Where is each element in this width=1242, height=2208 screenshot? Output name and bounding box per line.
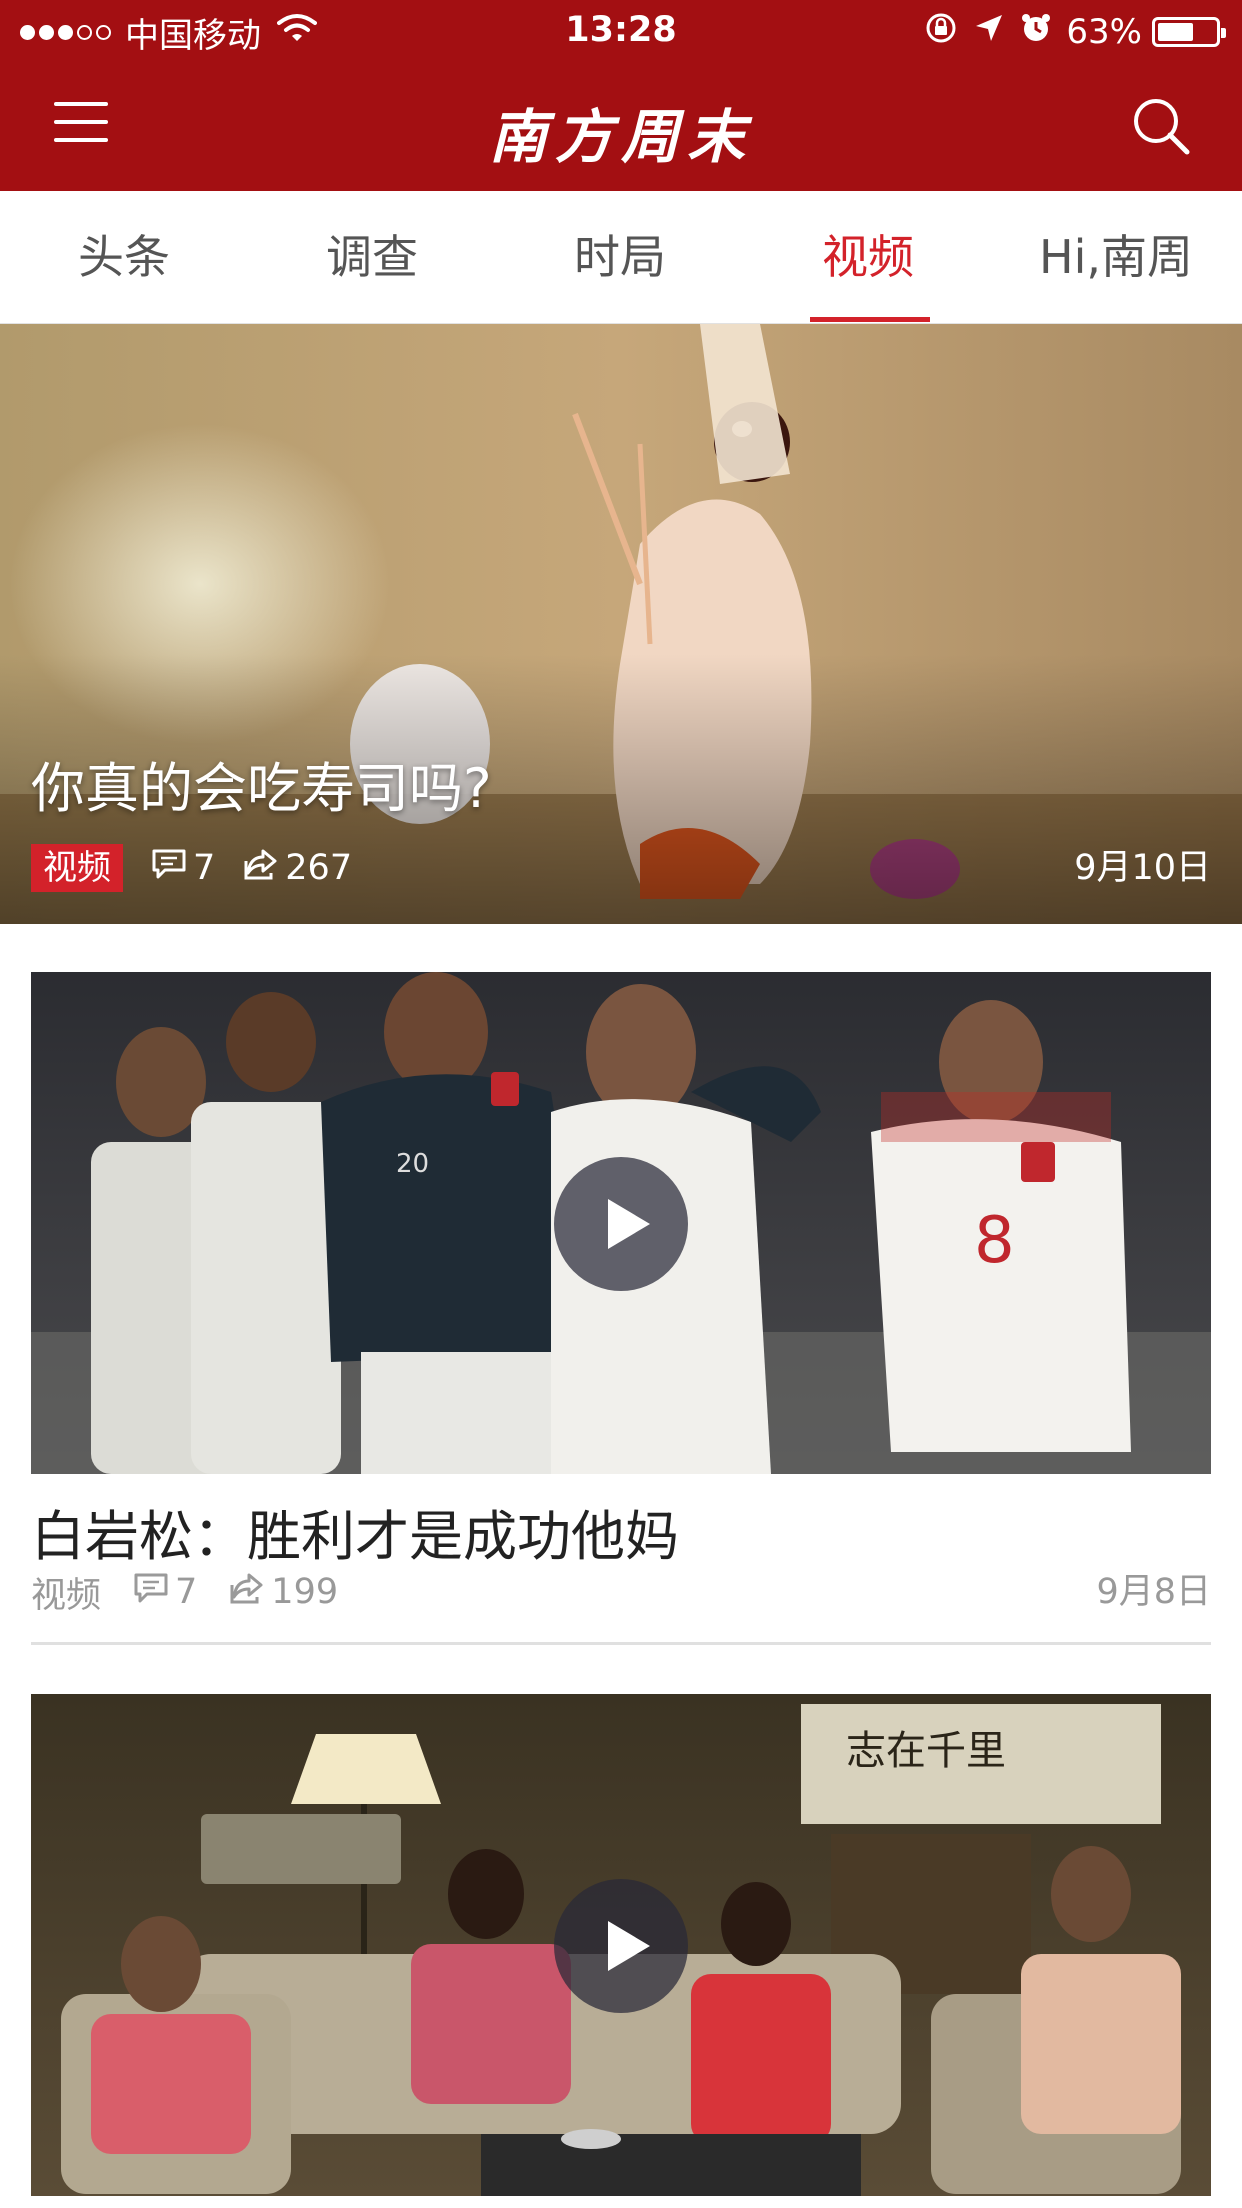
tab-investigation[interactable]: 调查: [248, 191, 496, 324]
play-icon: [608, 1921, 650, 1971]
hero-meta: 视频 7 267: [31, 842, 352, 894]
article-date: 9月8日: [1096, 1572, 1211, 1612]
hero-category-tag: 视频: [31, 844, 123, 892]
svg-text:20: 20: [396, 1149, 429, 1179]
play-button[interactable]: [554, 1157, 688, 1291]
play-icon: [608, 1199, 650, 1249]
article-card: 20 8 白岩松：胜利才是成功他妈 视频 7 199 9月8日: [31, 972, 1211, 1645]
share-arrow-icon: [243, 847, 279, 890]
svg-text:志在千里: 志在千里: [846, 1728, 1006, 1774]
svg-text:8: 8: [974, 1204, 1015, 1278]
tab-current-affairs[interactable]: 时局: [496, 191, 744, 324]
active-tab-indicator: [810, 317, 930, 322]
status-bar: 中国移动 13:28 63%: [0, 0, 1242, 62]
search-button[interactable]: [1130, 95, 1192, 157]
tab-video[interactable]: 视频: [744, 191, 992, 324]
battery-percent: 63%: [1066, 12, 1142, 52]
video-thumbnail[interactable]: 20 8: [31, 972, 1211, 1474]
app-logo-title: 南方周末: [488, 103, 753, 171]
article-meta: 视频 7 199: [31, 1566, 338, 1618]
tab-headlines[interactable]: 头条: [0, 191, 248, 324]
rotation-lock-icon: [924, 11, 958, 54]
comment-bubble-icon: [151, 848, 187, 889]
comment-bubble-icon: [133, 1572, 169, 1613]
video-thumbnail[interactable]: 志在千里: [31, 1694, 1211, 2196]
divider: [31, 1642, 1211, 1645]
share-arrow-icon: [229, 1571, 265, 1614]
hero-comment-count: 7: [193, 848, 216, 888]
play-button[interactable]: [554, 1879, 688, 2013]
hero-date: 9月10日: [1074, 848, 1211, 888]
hero-share-count: 267: [285, 848, 353, 888]
battery-icon: [1152, 17, 1226, 47]
article-card: 志在千里: [31, 1694, 1211, 2208]
hero-title: 你真的会吃寿司吗?: [31, 757, 492, 820]
alarm-clock-icon: [1020, 12, 1052, 53]
hero-image: [0, 324, 1242, 924]
search-icon: [1134, 99, 1190, 155]
article-comment-count: 7: [175, 1572, 198, 1612]
article-category: 视频: [31, 1575, 102, 1616]
article-title[interactable]: 白岩松：胜利才是成功他妈: [31, 1492, 679, 1571]
location-arrow-icon: [974, 12, 1004, 52]
category-tabs: 头条 调查 时局 视频 Hi,南周: [0, 191, 1242, 324]
top-bar: 中国移动 13:28 63% 南方周末: [0, 0, 1242, 191]
battery-level-fill: [1158, 23, 1194, 41]
status-right: 63%: [908, 10, 1226, 54]
hero-article[interactable]: 你真的会吃寿司吗? 视频 7 267 9月10日: [0, 324, 1242, 924]
tab-hi-nanzhou[interactable]: Hi,南周: [992, 191, 1240, 324]
article-share-count: 199: [271, 1572, 339, 1612]
